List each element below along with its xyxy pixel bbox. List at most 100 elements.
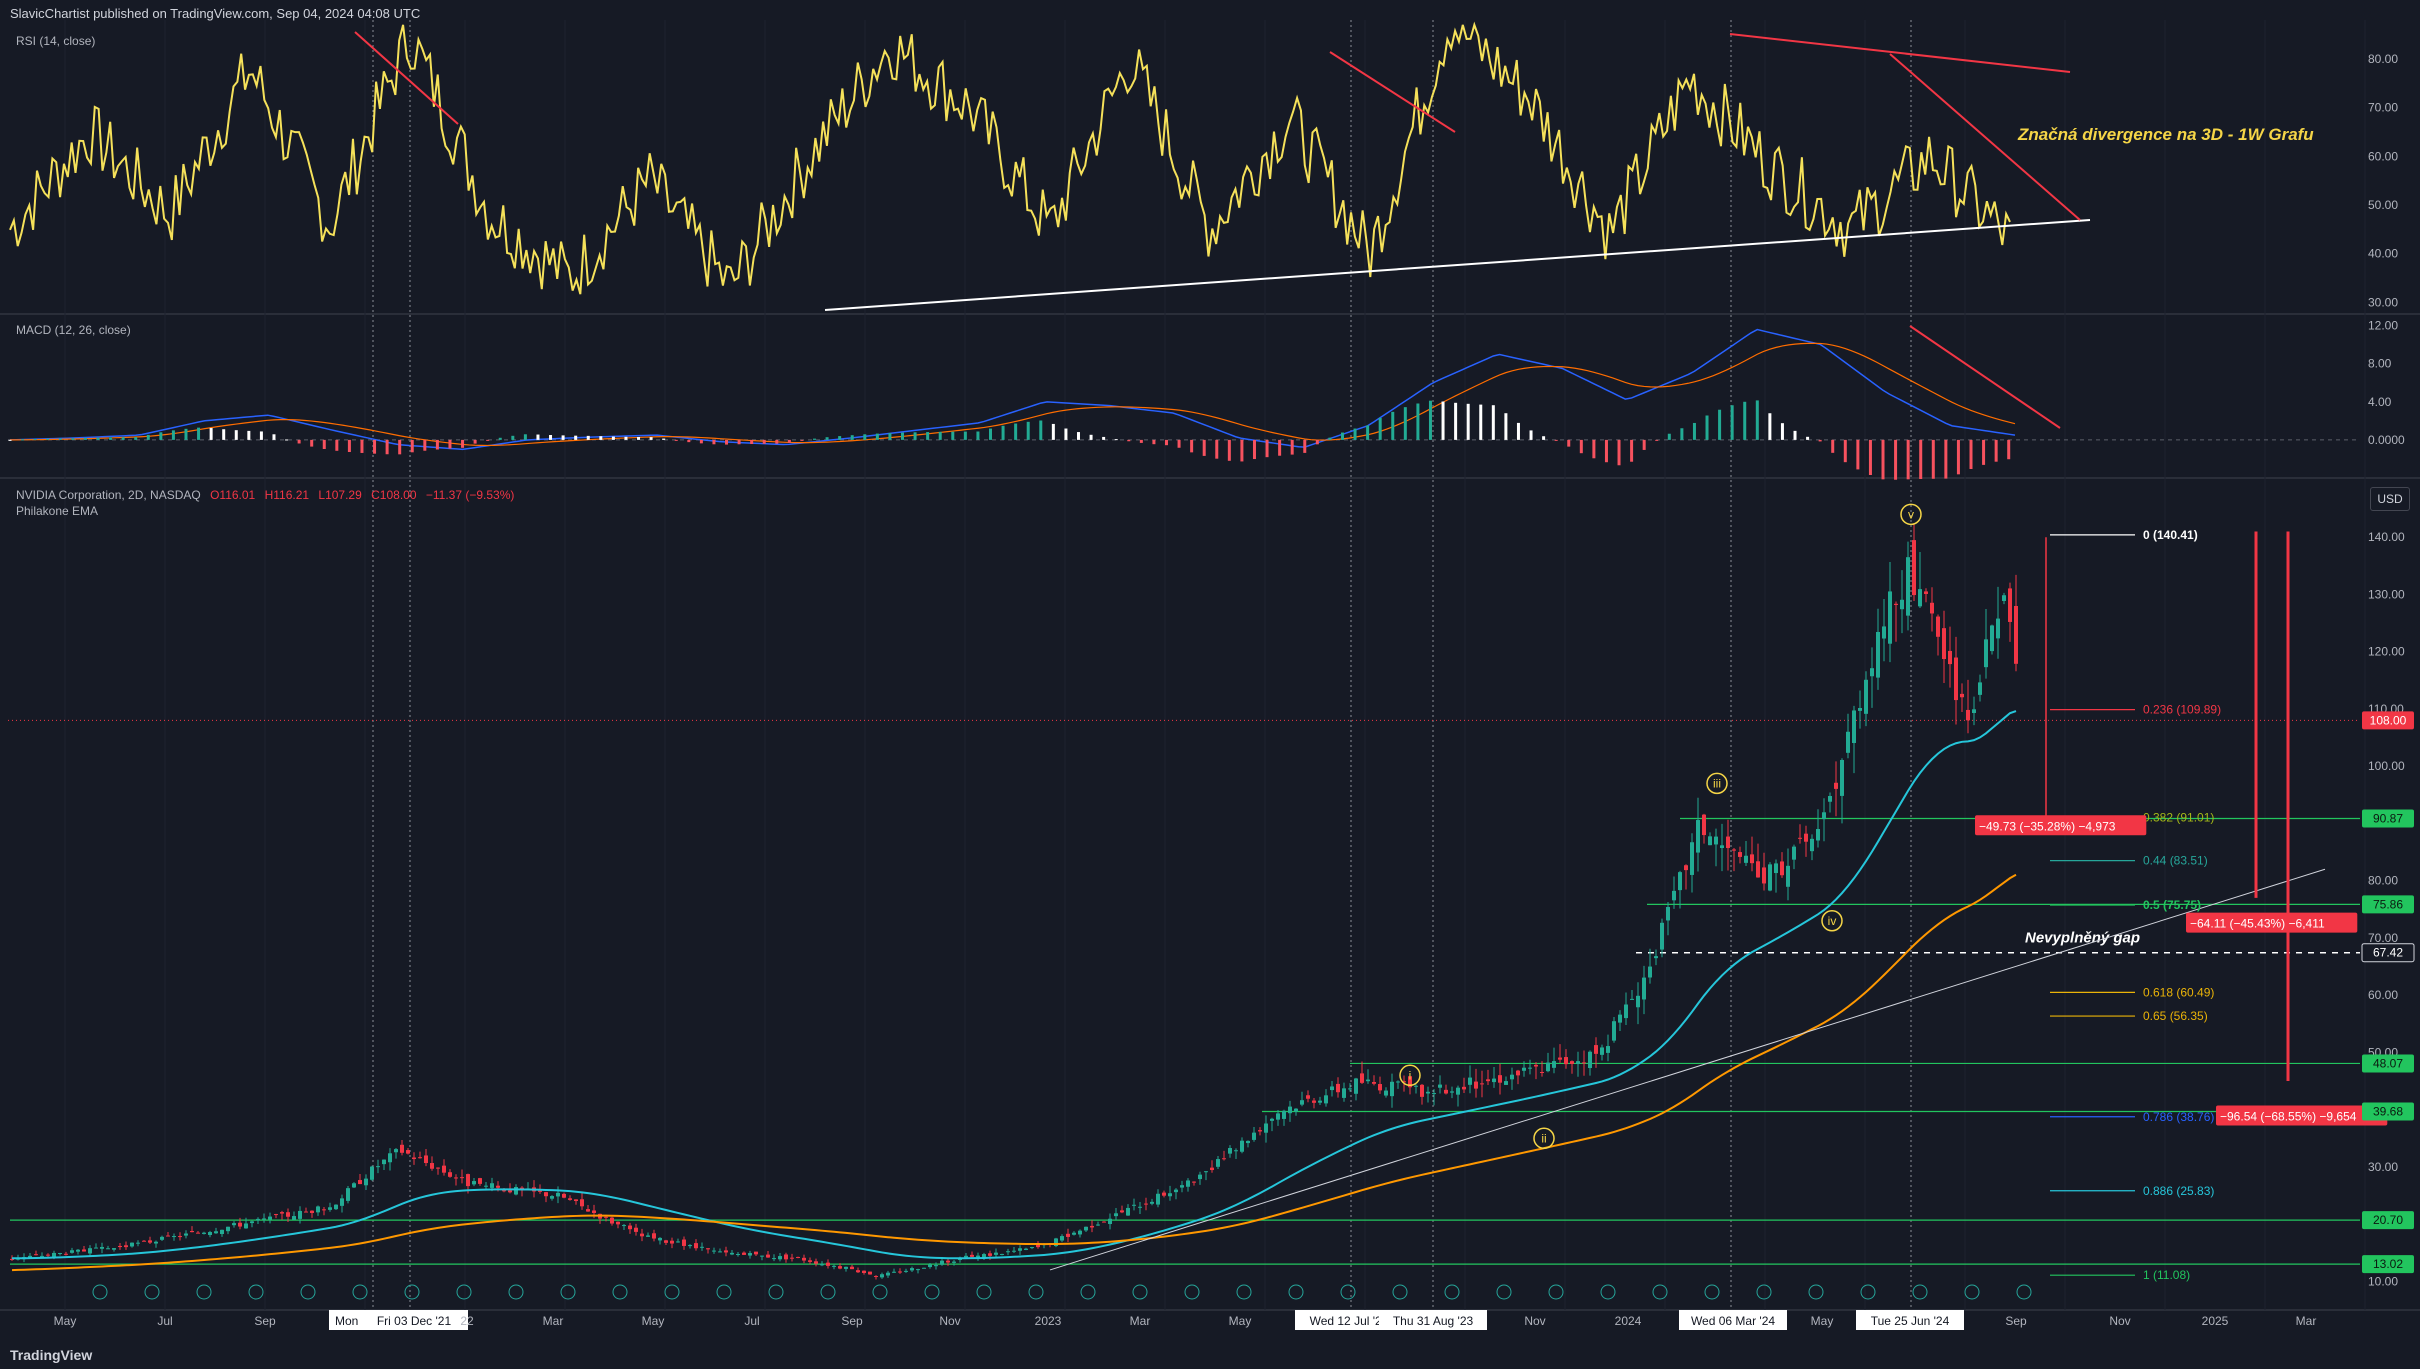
candle-body (676, 1241, 680, 1243)
rsi-annotation: Značná divergence na 3D - 1W Grafu (2017, 125, 2314, 144)
fib-label: 0.382 (91.01) (2143, 811, 2214, 825)
candle-body (1930, 602, 1934, 614)
candle-body (1066, 1233, 1070, 1237)
macd-histogram-bar (1177, 439, 1181, 448)
candle-body (304, 1211, 308, 1213)
candle-body (490, 1183, 494, 1188)
candle-body (58, 1253, 62, 1255)
macd-histogram-bar (699, 439, 703, 444)
fib-label: 0.786 (38.76) (2143, 1110, 2214, 1124)
candle-body (250, 1221, 254, 1224)
candle-body (52, 1252, 56, 1257)
price-tick: 70.00 (2368, 931, 2398, 945)
macd-histogram-bar (1164, 439, 1168, 446)
uptrend-line (1049, 868, 2326, 1271)
candle-body (682, 1239, 686, 1246)
macd-histogram-bar (637, 437, 641, 440)
macd-histogram-bar (624, 436, 628, 440)
candle-body (1060, 1236, 1064, 1241)
event-marker (1236, 1284, 1252, 1300)
macd-histogram-bar (1516, 422, 1520, 440)
candle-body (1258, 1130, 1262, 1132)
rsi-tick: 50.00 (2368, 198, 2398, 212)
rsi-support-line (824, 219, 2091, 311)
candle-body (502, 1190, 506, 1192)
candle-body (1444, 1089, 1448, 1094)
candle-body (838, 1266, 842, 1269)
price-badge-label: 13.02 (2373, 1257, 2403, 1271)
event-marker (1704, 1284, 1720, 1300)
macd-histogram-bar (725, 439, 729, 445)
candle-body (634, 1227, 638, 1232)
candle-body (256, 1218, 260, 1221)
candle-body (1960, 693, 1964, 698)
macd-histogram-bar (1604, 439, 1608, 463)
candle-body (1708, 836, 1712, 846)
candle-body (1510, 1074, 1514, 1080)
candle-body (1036, 1244, 1040, 1248)
candle-body (1360, 1073, 1364, 1083)
candle-body (670, 1240, 674, 1244)
candle-body (1276, 1113, 1280, 1120)
macd-histogram-bar (1718, 409, 1722, 440)
macd-histogram-bar (1894, 439, 1898, 480)
event-marker (820, 1284, 836, 1300)
candle-body (1966, 709, 1970, 721)
time-label: Fri 03 Dec '21 (377, 1314, 452, 1328)
candle-body (586, 1209, 590, 1212)
candle-body (1480, 1083, 1484, 1085)
candle-body (952, 1261, 956, 1263)
macd-histogram-bar (938, 431, 942, 440)
candle-body (1354, 1078, 1358, 1094)
macd-histogram-bar (1403, 407, 1407, 440)
macd-histogram-bar (83, 437, 87, 440)
candle-body (244, 1223, 248, 1229)
candle-body (1834, 782, 1838, 789)
price-badge-label: 20.70 (2373, 1213, 2403, 1227)
macd-histogram-bar (1064, 428, 1068, 440)
candle-body (322, 1209, 326, 1211)
macd-histogram-bar (1655, 439, 1659, 441)
candle-body (610, 1217, 614, 1224)
candle-body (2002, 595, 2006, 601)
ohlc-high: H116.21 (264, 488, 310, 502)
price-tick: 130.00 (2368, 587, 2405, 601)
macd-histogram-bar (775, 439, 779, 444)
macd-histogram-bar (1554, 439, 1558, 441)
currency-button[interactable]: USD (2370, 487, 2410, 511)
macd-histogram-bar (787, 439, 791, 443)
event-marker (1392, 1284, 1408, 1300)
candle-body (118, 1245, 122, 1248)
candle-body (622, 1225, 626, 1227)
macd-histogram-bar (1906, 439, 1910, 480)
macd-histogram-bar (121, 437, 125, 440)
macd-histogram-bar (599, 436, 603, 440)
candle-body (1624, 1004, 1628, 1019)
candle-body (1588, 1051, 1592, 1069)
candle-body (1978, 682, 1982, 695)
candle-body (814, 1261, 818, 1264)
candle-body (646, 1235, 650, 1237)
macd-histogram-bar (96, 437, 100, 440)
candle-body (454, 1177, 458, 1179)
candle-body (142, 1240, 146, 1242)
price-tick: 10.00 (2368, 1274, 2398, 1288)
macd-histogram-bar (1667, 433, 1671, 440)
candle-body (166, 1235, 170, 1237)
candle-body (1348, 1088, 1352, 1090)
candle-body (778, 1256, 782, 1260)
candle-body (736, 1253, 740, 1255)
candle-body (1438, 1084, 1442, 1088)
macd-histogram-bar (1089, 434, 1093, 440)
fib-label: 0.5 (75.75) (2143, 898, 2201, 912)
macd-divergence-arrow (1909, 325, 2061, 429)
time-label: Jul (157, 1314, 172, 1328)
candle-body (346, 1188, 350, 1201)
candle-body (472, 1181, 476, 1185)
candle-body (340, 1198, 344, 1206)
macd-histogram-bar (498, 437, 502, 440)
time-label: Mar (543, 1314, 564, 1328)
macd-tick: 0.0000 (2368, 433, 2405, 447)
candle-body (1132, 1204, 1136, 1206)
macd-histogram-bar (1642, 439, 1646, 450)
